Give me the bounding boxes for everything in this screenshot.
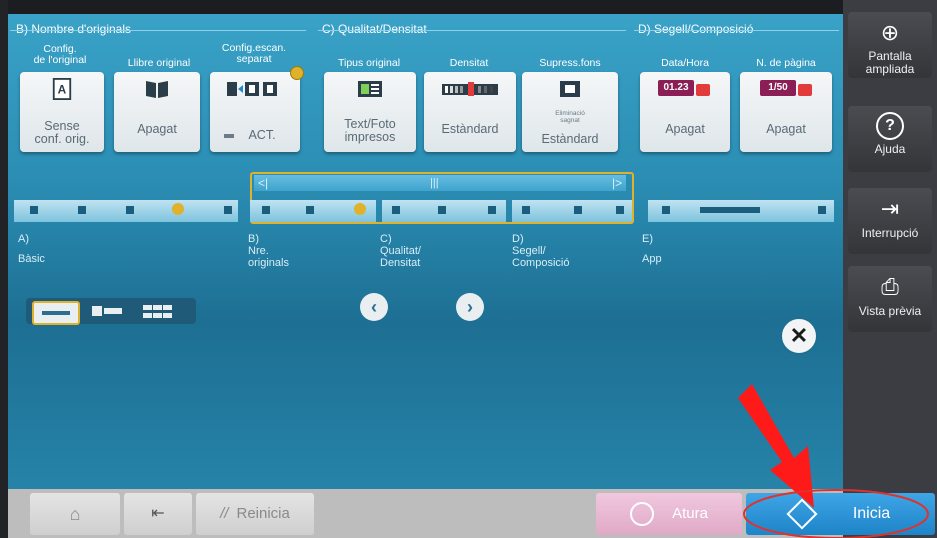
annotation-overlay bbox=[738, 384, 929, 538]
red-circle-annotation bbox=[743, 489, 929, 538]
red-arrow-annotation bbox=[738, 384, 814, 508]
